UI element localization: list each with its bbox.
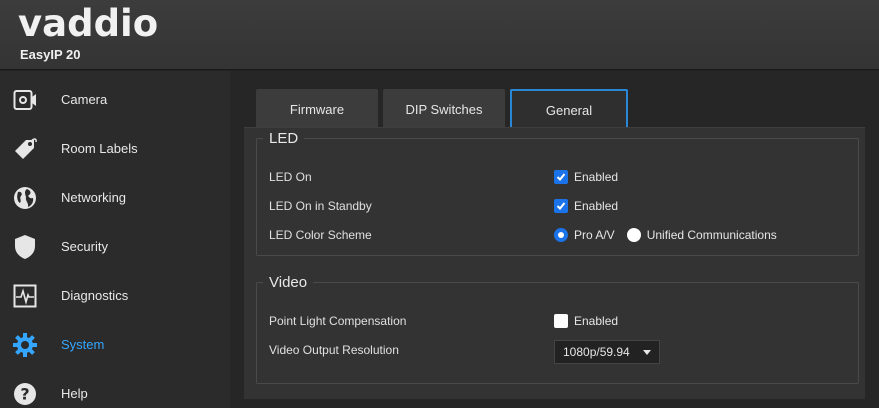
general-panel: LED LED On Enabled LED On in Standby Ena… <box>244 127 865 399</box>
led-legend: LED <box>269 130 299 147</box>
led-on-row: LED On Enabled <box>269 167 859 187</box>
unified-communications-label: Unified Communications <box>646 228 777 242</box>
point-light-checkbox-label: Enabled <box>574 314 619 328</box>
sidebar-item-label: Camera <box>61 92 108 107</box>
video-legend: Video <box>269 274 308 291</box>
sidebar-item-camera[interactable]: Camera <box>0 75 230 124</box>
sidebar-item-security[interactable]: Security <box>0 222 230 271</box>
led-standby-checkbox-label: Enabled <box>574 199 619 213</box>
led-on-checkbox[interactable] <box>554 170 568 184</box>
waveform-icon <box>12 283 38 309</box>
checkmark-icon <box>556 173 566 181</box>
svg-text:?: ? <box>20 384 29 403</box>
camera-icon <box>12 87 38 113</box>
sidebar-item-system[interactable]: System <box>0 320 230 369</box>
vaddio-logo: vaddio <box>18 2 159 45</box>
pro-av-radio[interactable] <box>554 228 568 242</box>
globe-icon <box>12 185 38 211</box>
led-standby-checkbox[interactable] <box>554 199 568 213</box>
main-content: Firmware DIP Switches General LED LED On… <box>230 71 879 408</box>
unified-communications-radio[interactable] <box>626 228 641 242</box>
sidebar-item-label: System <box>61 337 105 352</box>
sidebar-item-label: Diagnostics <box>61 288 129 303</box>
sidebar-item-help[interactable]: ? Help <box>0 369 230 408</box>
tab-firmware[interactable]: Firmware <box>256 89 378 129</box>
sidebar-item-diagnostics[interactable]: Diagnostics <box>0 271 230 320</box>
led-group: LED LED On Enabled LED On in Standby Ena… <box>256 130 859 256</box>
gear-icon <box>12 332 38 358</box>
led-on-label: LED On <box>269 170 312 184</box>
video-group: Video Point Light Compensation Enabled V… <box>256 274 859 384</box>
led-standby-label: LED On in Standby <box>269 199 372 213</box>
tab-general[interactable]: General <box>510 89 628 129</box>
video-output-resolution-value: 1080p/59.94 <box>563 345 630 359</box>
tag-icon <box>12 136 38 162</box>
led-color-scheme-row: LED Color Scheme Pro A/V Unified Communi… <box>269 225 859 245</box>
sidebar-item-room-labels[interactable]: Room Labels <box>0 124 230 173</box>
shield-icon <box>12 234 38 260</box>
tab-dip-switches[interactable]: DIP Switches <box>383 89 505 129</box>
sidebar-item-label: Help <box>61 386 88 401</box>
video-output-resolution-select[interactable]: 1080p/59.94 <box>554 340 660 364</box>
device-model: EasyIP 20 <box>20 47 81 62</box>
sidebar-item-networking[interactable]: Networking <box>0 173 230 222</box>
sidebar-item-label: Networking <box>61 190 127 205</box>
point-light-row: Point Light Compensation Enabled <box>269 311 859 331</box>
led-standby-row: LED On in Standby Enabled <box>269 196 859 216</box>
checkmark-icon <box>556 202 566 210</box>
chevron-down-icon <box>643 349 651 355</box>
led-color-scheme-label: LED Color Scheme <box>269 228 372 242</box>
pro-av-label: Pro A/V <box>574 228 615 242</box>
sidebar-nav: Camera Room Labels Networking Security D… <box>0 71 230 408</box>
point-light-label: Point Light Compensation <box>269 314 407 328</box>
app-header: vaddio EasyIP 20 <box>0 0 879 70</box>
sidebar-item-label: Security <box>61 239 108 254</box>
led-on-checkbox-label: Enabled <box>574 170 619 184</box>
sidebar-item-label: Room Labels <box>61 141 138 156</box>
point-light-checkbox[interactable] <box>554 314 568 328</box>
video-output-resolution-row: Video Output Resolution 1080p/59.94 <box>269 340 859 364</box>
video-output-resolution-label: Video Output Resolution <box>269 343 399 357</box>
question-icon: ? <box>12 381 38 407</box>
